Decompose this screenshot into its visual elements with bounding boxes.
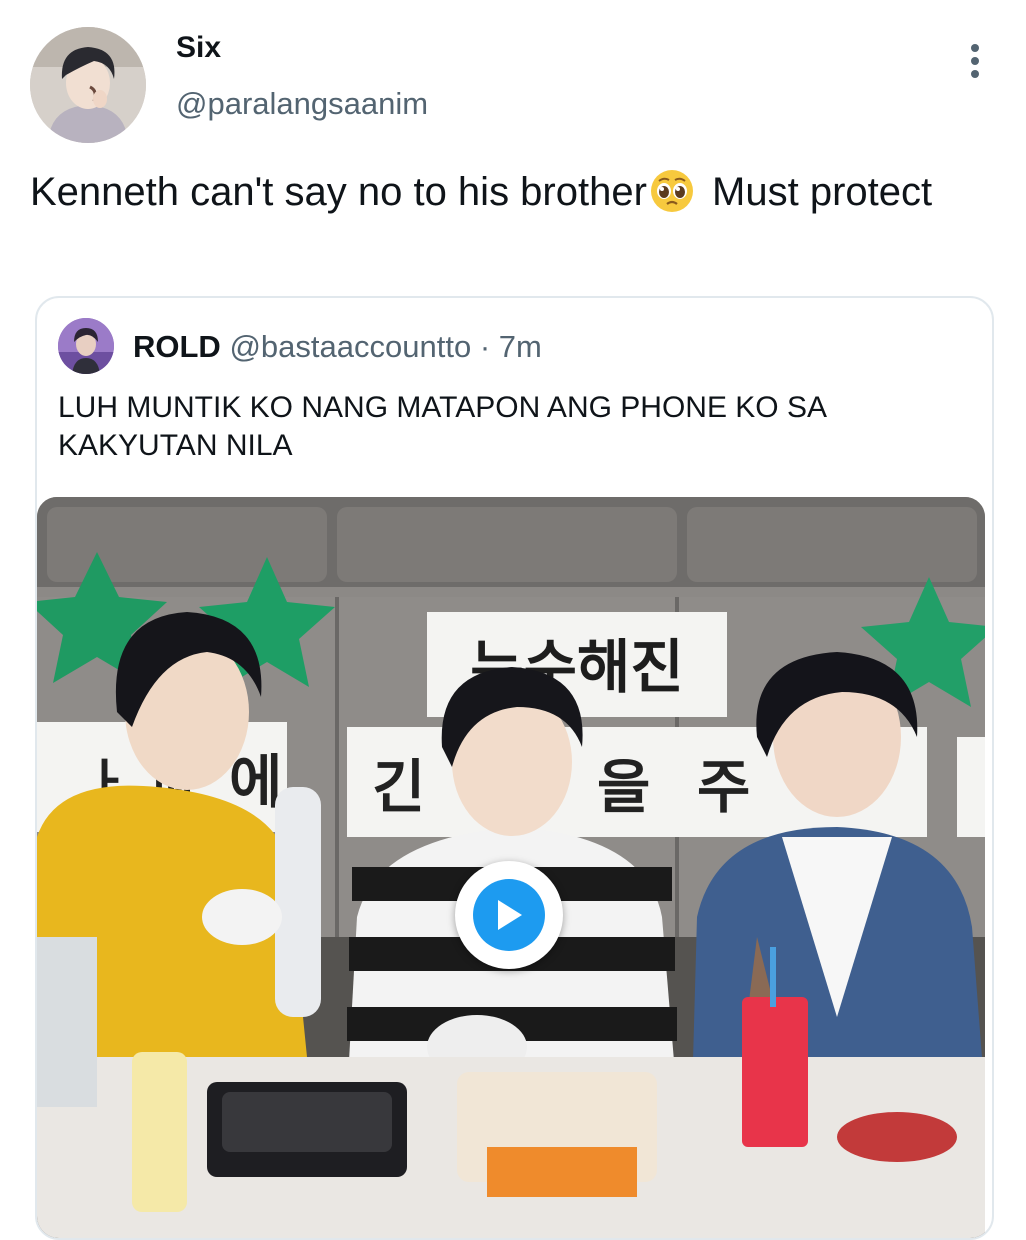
tweet[interactable]: Six @paralangsaanim Kenneth can't say no… bbox=[0, 0, 1026, 1240]
author-handle[interactable]: @paralangsaanim bbox=[176, 86, 428, 122]
sign-row-text-3: 긴 bbox=[372, 753, 425, 821]
quoted-tweet-header: ROLD @bastaaccountto · 7m bbox=[133, 329, 542, 365]
more-options-button[interactable] bbox=[950, 40, 1000, 86]
quoted-author-name[interactable]: ROLD bbox=[133, 329, 221, 364]
sign-row-text-4: 을 bbox=[597, 753, 650, 821]
tweet-text: Kenneth can't say no to his brother Must… bbox=[30, 168, 990, 216]
pleading-face-emoji-icon bbox=[649, 168, 695, 214]
author-avatar[interactable] bbox=[30, 27, 146, 143]
quoted-tweet-card[interactable]: ROLD @bastaaccountto · 7m LUH MUNTIK KO … bbox=[35, 296, 994, 1240]
video-thumbnail[interactable]: 누수해진 ㅏ 피 에 긴 을 주 bbox=[37, 497, 985, 1238]
quoted-author-avatar[interactable] bbox=[58, 318, 114, 374]
author-display-name[interactable]: Six bbox=[176, 31, 221, 65]
quoted-author-handle[interactable]: @bastaaccountto bbox=[229, 329, 471, 364]
header-separator: · bbox=[479, 329, 491, 364]
play-button[interactable] bbox=[455, 861, 563, 969]
play-icon bbox=[473, 879, 545, 951]
sign-row-text-5: 주 bbox=[697, 753, 750, 821]
more-vertical-icon bbox=[970, 43, 980, 83]
quoted-tweet-time[interactable]: 7m bbox=[499, 329, 542, 364]
quoted-tweet-text: LUH MUNTIK KO NANG MATAPON ANG PHONE KO … bbox=[58, 391, 826, 462]
tweet-text-part-2: Must protect bbox=[700, 170, 933, 214]
tweet-text-part-1: Kenneth can't say no to his brother bbox=[30, 170, 647, 214]
